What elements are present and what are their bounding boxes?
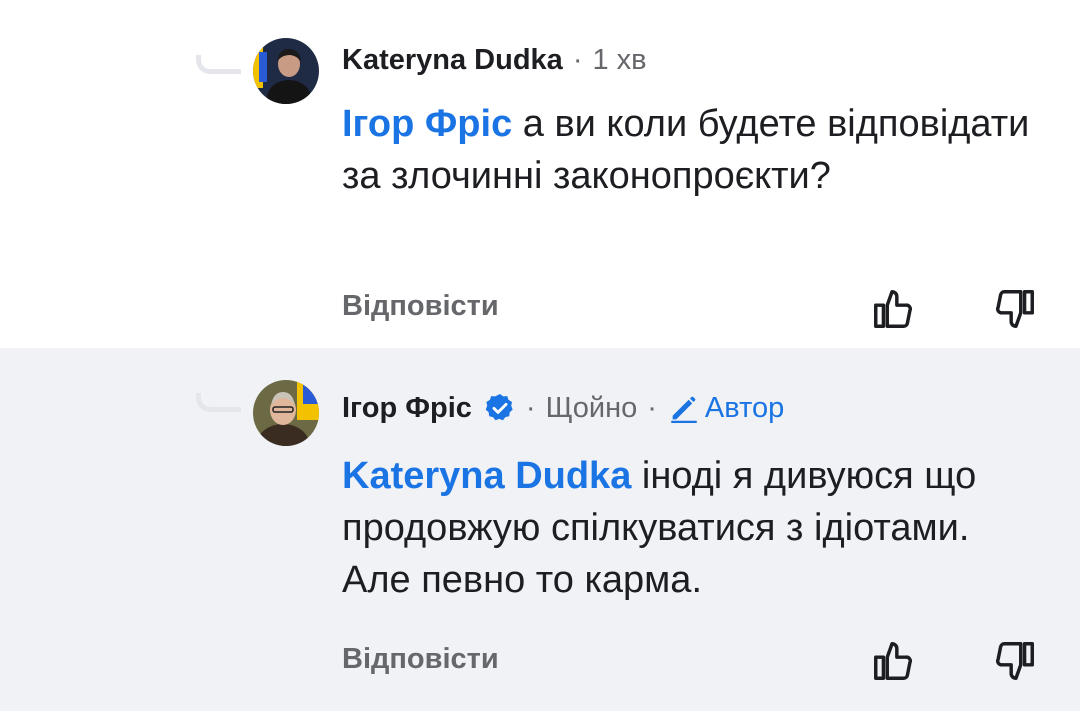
author-badge: Автор [667, 391, 784, 425]
timestamp[interactable]: Щойно [546, 392, 638, 425]
comment-text: Kateryna Dudka іноді я дивуюся що продов… [342, 450, 1032, 606]
avatar[interactable] [253, 38, 319, 104]
dislike-icon[interactable] [992, 286, 1038, 332]
reply-button[interactable]: Відповісти [342, 290, 499, 323]
author-badge-label: Автор [704, 391, 785, 424]
mention-link[interactable]: Kateryna Dudka [342, 455, 631, 497]
mention-link[interactable]: Ігор Фріс [342, 103, 512, 145]
dislike-icon[interactable] [992, 638, 1038, 684]
separator: · [572, 43, 583, 76]
thread-connector [196, 55, 241, 74]
verified-badge-icon [485, 394, 513, 421]
timestamp[interactable]: 1 хв [592, 44, 646, 77]
comment-highlighted: Ігор Фріс · Щойно · Автор Kateryna Dudka… [0, 348, 1080, 711]
separator: · [647, 391, 657, 424]
comment-header: Kateryna Dudka · 1 хв [342, 40, 647, 80]
like-icon[interactable] [870, 638, 916, 684]
comment: Kateryna Dudka · 1 хв Ігор Фріс а ви кол… [0, 0, 1080, 348]
comment-text: Ігор Фріс а ви коли будете відповідати з… [342, 98, 1032, 202]
pencil-icon [671, 396, 697, 424]
reply-button[interactable]: Відповісти [342, 643, 499, 676]
author-name[interactable]: Kateryna Dudka [342, 44, 563, 77]
comment-header: Ігор Фріс · Щойно · Автор [342, 388, 784, 428]
separator: · [525, 391, 536, 424]
like-icon[interactable] [870, 286, 916, 332]
author-name[interactable]: Ігор Фріс [342, 392, 472, 425]
avatar[interactable] [253, 380, 319, 446]
thread-connector [196, 393, 241, 412]
